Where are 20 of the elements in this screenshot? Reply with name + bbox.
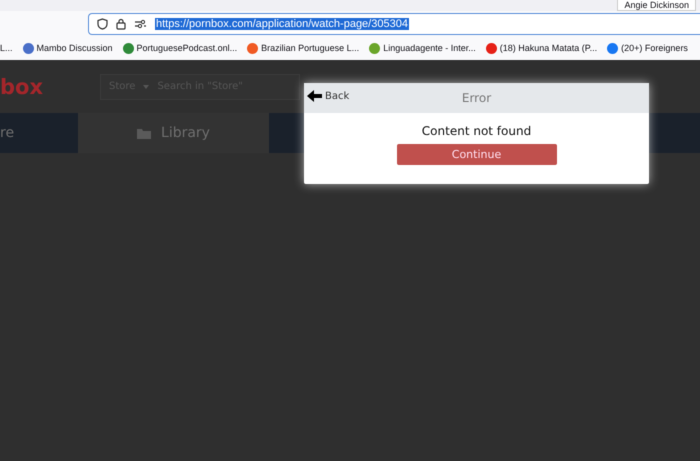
- permissions-icon[interactable]: [134, 18, 147, 28]
- bookmark-link[interactable]: PortuguesePodcast.onl...: [136, 43, 238, 53]
- error-message: Content not found: [422, 124, 532, 138]
- caret-icon: [143, 84, 150, 88]
- profile-name[interactable]: Angie Dickinson: [617, 0, 696, 11]
- dialog-title: Error: [462, 91, 492, 105]
- shield-icon[interactable]: [97, 18, 108, 30]
- bookmark-link[interactable]: L...: [0, 43, 13, 53]
- folder-icon: [137, 128, 152, 138]
- bookmark-link[interactable]: Brazilian Portuguese L...: [261, 43, 360, 53]
- url-text[interactable]: https://pornbox.com/application/watch-page/305304: [155, 18, 409, 30]
- bookmark-link[interactable]: (18) Hakuna Matata (P...: [500, 43, 598, 53]
- continue-button[interactable]: Continue: [396, 144, 556, 165]
- bookmark-link[interactable]: Linguadagente - Inter...: [383, 43, 476, 53]
- bookmark-link[interactable]: Mambo Discussion: [36, 43, 113, 53]
- address-bar[interactable]: https://pornbox.com/application/watch-page/305304: [88, 12, 700, 34]
- arrow-left-icon: [307, 90, 322, 102]
- bookmark-link[interactable]: (20+) Foreigners: [621, 43, 688, 53]
- lock-icon[interactable]: [116, 18, 126, 30]
- back-button[interactable]: Back: [307, 90, 350, 102]
